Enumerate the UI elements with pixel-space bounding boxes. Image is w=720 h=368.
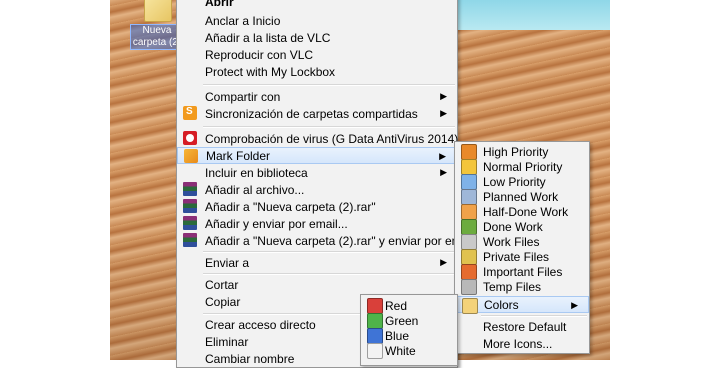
submenu-arrow-icon: ▶ bbox=[440, 91, 447, 101]
menu-item-vlc-reproducir[interactable]: Reproducir con VLC bbox=[177, 46, 457, 63]
menu-separator bbox=[203, 273, 455, 275]
menu-item-anadir-rar-email[interactable]: Añadir a "Nueva carpeta (2).rar" y envia… bbox=[177, 232, 474, 249]
menu-item-mark-folder[interactable]: Mark Folder ▶ bbox=[177, 147, 457, 164]
gdata-antivirus-icon bbox=[183, 131, 197, 145]
menu-item-vlc-lista[interactable]: Añadir a la lista de VLC bbox=[177, 29, 457, 46]
mark-item-colors[interactable]: Colors ▶ bbox=[455, 296, 589, 314]
desktop-folder-icon[interactable]: Nueva carpeta (2) bbox=[130, 0, 184, 50]
winrar-icon bbox=[183, 233, 197, 247]
sync-icon bbox=[183, 106, 197, 120]
menu-item-sincronizacion[interactable]: Sincronización de carpetas compartidas▶ bbox=[177, 105, 457, 122]
folder-icon bbox=[144, 0, 172, 22]
menu-separator bbox=[203, 84, 455, 86]
mark-item-more-icons[interactable]: More Icons... bbox=[455, 335, 589, 352]
menu-item-anadir-rar[interactable]: Añadir a "Nueva carpeta (2).rar" bbox=[177, 198, 457, 215]
menu-item-anadir-email[interactable]: Añadir y enviar por email... bbox=[177, 215, 457, 232]
temp-files-icon bbox=[461, 279, 477, 295]
winrar-icon bbox=[183, 216, 197, 230]
menu-item-incluir-biblioteca[interactable]: Incluir en biblioteca ▶ bbox=[177, 164, 457, 181]
menu-separator bbox=[203, 251, 455, 253]
winrar-icon bbox=[183, 199, 197, 213]
menu-item-lockbox[interactable]: Protect with My Lockbox bbox=[177, 63, 457, 80]
mark-folder-icon bbox=[184, 149, 198, 163]
mark-folder-submenu: High Priority Normal Priority Low Priori… bbox=[454, 141, 590, 354]
menu-item-gdata[interactable]: Comprobación de virus (G Data AntiVirus … bbox=[177, 130, 458, 147]
menu-item-anadir-archivo[interactable]: Añadir al archivo... bbox=[177, 181, 457, 198]
menu-separator bbox=[481, 315, 587, 317]
menu-item-anclar-inicio[interactable]: Anclar a Inicio bbox=[177, 12, 457, 29]
menu-separator bbox=[203, 126, 455, 128]
menu-item-abrir[interactable]: Abrir bbox=[177, 0, 457, 10]
submenu-arrow-icon: ▶ bbox=[571, 300, 578, 310]
sky bbox=[450, 0, 610, 30]
colors-icon bbox=[462, 298, 478, 314]
menu-item-compartir-con[interactable]: Compartir con ▶ bbox=[177, 88, 457, 105]
color-item-white[interactable]: White bbox=[361, 342, 457, 359]
white-swatch-icon bbox=[367, 343, 383, 359]
mark-item-restore-default[interactable]: Restore Default bbox=[455, 318, 589, 335]
colors-submenu: Red Green Blue White bbox=[360, 294, 458, 366]
winrar-icon bbox=[183, 182, 197, 196]
menu-item-cortar[interactable]: Cortar bbox=[177, 276, 457, 293]
submenu-arrow-icon: ▶ bbox=[440, 108, 447, 118]
submenu-arrow-icon: ▶ bbox=[439, 151, 446, 161]
mark-item-temp-files[interactable]: Temp Files bbox=[455, 278, 589, 295]
submenu-arrow-icon: ▶ bbox=[440, 257, 447, 267]
menu-item-enviar-a[interactable]: Enviar a ▶ bbox=[177, 254, 457, 271]
submenu-arrow-icon: ▶ bbox=[440, 167, 447, 177]
